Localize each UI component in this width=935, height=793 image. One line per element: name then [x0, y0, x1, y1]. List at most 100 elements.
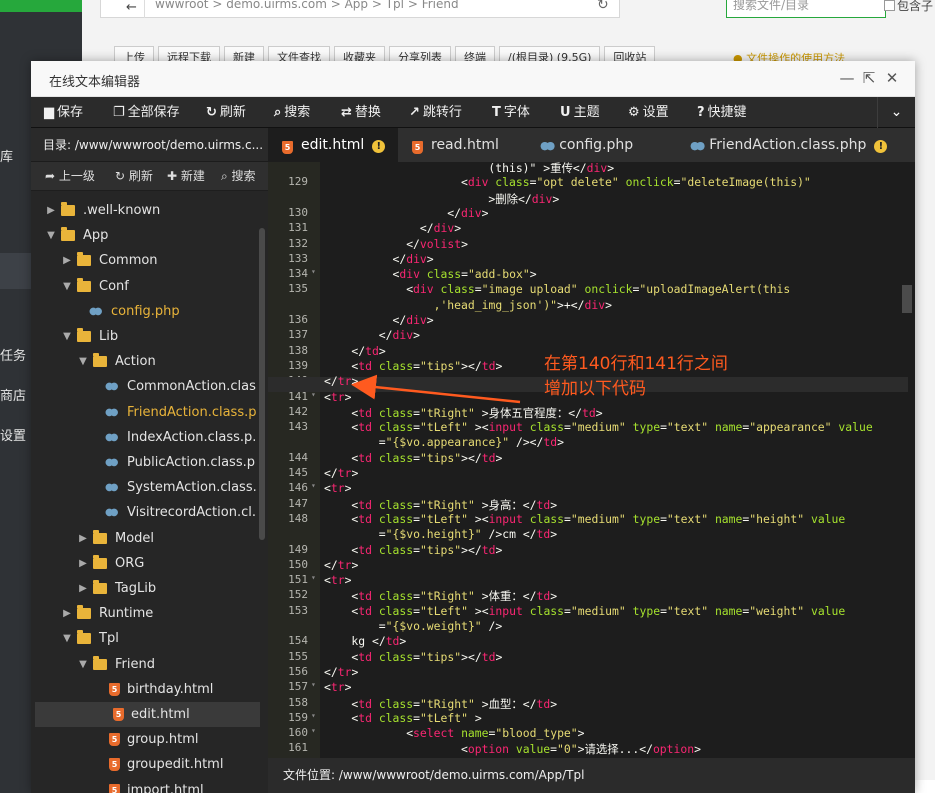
- tree-node[interactable]: ●● FriendAction.class.p...: [31, 400, 256, 425]
- tree-node[interactable]: 5 group.html: [31, 727, 256, 752]
- toolbar-goto-button[interactable]: ↗ 跳转行: [409, 97, 462, 128]
- tree-node[interactable]: 5 groupedit.html: [31, 752, 256, 777]
- code-line: <tr>: [324, 481, 351, 495]
- toolbar-theme-button[interactable]: U 主题: [560, 97, 600, 128]
- tree-node[interactable]: ▼ Conf: [31, 274, 256, 299]
- tab-read-html[interactable]: 5 read.html: [398, 128, 526, 162]
- tree-node[interactable]: ▼ Friend: [31, 652, 256, 677]
- tree-node[interactable]: ▶ ORG: [31, 551, 256, 576]
- code-editor[interactable]: 129130131132133134▾135136137138139140141…: [268, 162, 915, 758]
- code-token: "medium": [570, 603, 626, 618]
- maximize-icon[interactable]: ⇱: [859, 69, 879, 87]
- tree-node[interactable]: ▶ .well-known: [31, 198, 256, 223]
- chevron-right-icon[interactable]: ▶: [61, 601, 73, 626]
- breadcrumb-segment[interactable]: Friend: [422, 0, 459, 11]
- toolbar-shortcut-button[interactable]: ? 快捷键: [697, 97, 747, 128]
- chevron-down-icon[interactable]: ▼: [61, 324, 73, 349]
- chevron-down-icon[interactable]: ▼: [61, 626, 73, 651]
- chevron-right-icon[interactable]: ▶: [77, 526, 89, 551]
- close-icon[interactable]: ✕: [882, 69, 902, 87]
- tree-node[interactable]: ●● IndexAction.class.p...: [31, 425, 256, 450]
- code-token: class: [378, 511, 414, 526]
- code-token: ></: [461, 450, 482, 465]
- tree-node[interactable]: ▶ Common: [31, 248, 256, 273]
- chevron-right-icon[interactable]: ▶: [77, 576, 89, 601]
- chevron-right-icon[interactable]: ▶: [61, 248, 73, 273]
- php-file-icon: ●●: [105, 457, 119, 468]
- tree-node[interactable]: ▶ Model: [31, 526, 256, 551]
- refresh-icon[interactable]: ↻: [597, 0, 609, 13]
- breadcrumb-segment[interactable]: demo.uirms.com: [226, 0, 327, 11]
- bg-menu-item[interactable]: 任务: [0, 345, 26, 364]
- tab-FriendAction-class-php[interactable]: ●● FriendAction.class.php!: [676, 128, 915, 162]
- breadcrumb-segment[interactable]: Tpl: [386, 0, 404, 11]
- sidebar-tool-refresh[interactable]: ↻ 刷新: [115, 162, 153, 191]
- code-lines: (this)" >重传</div> <div class="opt delete"…: [268, 162, 915, 758]
- chevron-down-icon[interactable]: ▼: [77, 349, 89, 374]
- code-token: =: [550, 742, 558, 757]
- tab-config-php[interactable]: ●● config.php: [526, 128, 676, 162]
- chevron-down-icon[interactable]: ▼: [77, 652, 89, 677]
- save-all-icon: ❐: [113, 105, 125, 120]
- tree-node[interactable]: ●● config.php: [31, 299, 256, 324]
- code-token: class: [529, 420, 565, 435]
- font-icon: T: [492, 105, 501, 120]
- tree-node[interactable]: ▼ App: [31, 223, 256, 248]
- chevron-right-icon[interactable]: ▶: [77, 551, 89, 576]
- breadcrumb-segment[interactable]: wwwroot: [155, 0, 209, 11]
- toolbar-refresh-button[interactable]: ↻ 刷新: [206, 97, 246, 128]
- tab-edit-html[interactable]: 5 edit.html!: [268, 128, 398, 162]
- bg-address-bar[interactable]: ← wwwroot > demo.uirms.com > App > Tpl >…: [100, 0, 620, 18]
- tree-node[interactable]: ●● VisitrecordAction.cl...: [31, 500, 256, 525]
- code-token: >: [595, 405, 603, 420]
- bg-menu-item[interactable]: 商店: [0, 385, 26, 404]
- toolbar-search-button[interactable]: ⌕ 搜索: [274, 97, 310, 128]
- code-line: </div>: [393, 252, 434, 266]
- sidebar-scrollbar[interactable]: [259, 228, 265, 540]
- tree-node-label: IndexAction.class.p...: [127, 429, 256, 445]
- tree-node[interactable]: ▼ Action: [31, 349, 256, 374]
- toolbar-gear-button[interactable]: ⚙ 设置: [628, 97, 669, 128]
- folder-icon: [77, 252, 91, 267]
- toolbar-label: 字体: [503, 105, 530, 120]
- code-token: select: [413, 726, 455, 741]
- breadcrumb-segment[interactable]: App: [345, 0, 368, 11]
- chevron-down-icon[interactable]: ⌄: [877, 97, 915, 128]
- tab-label: edit.html: [301, 137, 365, 153]
- code-token: "tLeft": [419, 710, 468, 725]
- chevron-right-icon[interactable]: ▶: [45, 198, 57, 223]
- tree-node[interactable]: 5 birthday.html: [31, 677, 256, 702]
- sidebar-tool-plus[interactable]: ✚ 新建: [167, 162, 205, 191]
- back-arrow-icon[interactable]: ←: [119, 0, 145, 18]
- chevron-down-icon[interactable]: ▼: [45, 223, 57, 248]
- code-token: name: [714, 420, 743, 435]
- sidebar-tools: ➦ 上一级 ↻ 刷新 ✚ 新建 ⌕ 搜索: [31, 162, 268, 191]
- tree-node[interactable]: ●● CommonAction.clas...: [31, 374, 256, 399]
- toolbar-font-button[interactable]: T 字体: [492, 97, 530, 128]
- tree-node[interactable]: ●● SystemAction.class....: [31, 475, 256, 500]
- code-token: value: [515, 742, 551, 757]
- tree-node[interactable]: ▶ Runtime: [31, 601, 256, 626]
- code-token: =: [660, 511, 667, 526]
- tree-node[interactable]: ▼ Tpl: [31, 626, 256, 651]
- code-token: value: [810, 511, 846, 526]
- bg-menu-item[interactable]: 库: [0, 146, 13, 165]
- tree-node[interactable]: ▶ TagLib: [31, 576, 256, 601]
- toolbar-save-button[interactable]: ▆ 保存: [44, 97, 83, 128]
- editor-scrollbar[interactable]: [902, 285, 912, 313]
- bg-include-sub-checkbox[interactable]: 包含子: [884, 0, 933, 14]
- tree-node[interactable]: 5 import.html: [31, 778, 256, 793]
- toolbar-replace-button[interactable]: ⇄ 替换: [341, 97, 381, 128]
- toolbar-save-all-button[interactable]: ❐ 全部保存: [113, 97, 180, 128]
- minimize-icon[interactable]: —: [837, 69, 857, 87]
- chevron-down-icon[interactable]: ▼: [61, 274, 73, 299]
- tree-node[interactable]: ●● PublicAction.class.p...: [31, 450, 256, 475]
- tree-node[interactable]: 5 edit.html: [35, 702, 260, 727]
- bg-menu-item[interactable]: 设置: [0, 425, 26, 444]
- sidebar-tool-up[interactable]: ➦ 上一级: [45, 162, 95, 191]
- tree-node[interactable]: ▼ Lib: [31, 324, 256, 349]
- sidebar-tool-search[interactable]: ⌕ 搜索: [221, 162, 256, 191]
- bg-search-input[interactable]: 搜索文件/目录: [726, 0, 886, 18]
